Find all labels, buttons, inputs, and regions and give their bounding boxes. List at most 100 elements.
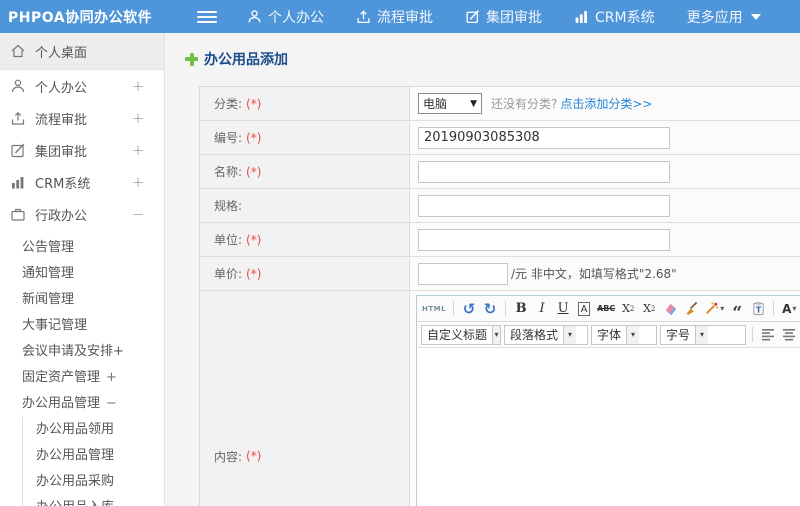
paste-clipboard-icon[interactable]: T — [749, 299, 767, 319]
bold-button[interactable]: B — [512, 299, 530, 319]
sidebar-item-label: 个人桌面 — [35, 45, 88, 61]
sidebar-item-supplies-inbound[interactable]: 办公用品入库 — [23, 495, 164, 506]
format-brush-icon[interactable] — [682, 299, 700, 319]
sidebar-item-supplies-management[interactable]: 办公用品管理 — [23, 443, 164, 469]
collapse-minus-icon[interactable]: − — [124, 205, 152, 223]
expand-plus-icon[interactable]: + — [124, 77, 152, 95]
form-row-price: 单价: (*) /元 非中文，如填写格式"2.68" — [200, 257, 800, 291]
sidebar-item-meeting-mgmt[interactable]: 会议申请及安排+ — [0, 339, 164, 365]
auto-format-wand-icon[interactable]: ▾ — [703, 299, 725, 319]
font-size-select[interactable]: 字号 ▾ — [660, 324, 746, 345]
category-selected-value: 电脑 — [423, 97, 448, 111]
category-hint: 还没有分类? — [491, 97, 558, 111]
sidebar-subitem-label: 办公用品管理 — [22, 396, 101, 411]
caret-down-icon: ▾ — [695, 325, 709, 344]
paragraph-format-select[interactable]: 段落格式 ▾ — [504, 324, 588, 345]
custom-title-select[interactable]: 自定义标题 ▾ — [421, 324, 501, 345]
eraser-icon[interactable] — [661, 299, 679, 319]
top-nav-menu: 个人办公 流程审批 集团审批 CRM系统 更多应用 — [247, 7, 761, 27]
form-row-code: 编号: (*) — [200, 121, 800, 155]
name-input[interactable] — [418, 160, 670, 183]
page-title-row: 办公用品添加 — [185, 49, 800, 69]
sidebar-item-supplies-requisition[interactable]: 办公用品领用 — [23, 417, 164, 443]
unit-input[interactable] — [418, 228, 670, 251]
superscript-button[interactable]: X2 — [619, 299, 637, 319]
spec-input[interactable] — [418, 194, 670, 217]
sidebar-item-group-approval[interactable]: 集团审批 + — [0, 134, 164, 166]
editor-content-area[interactable] — [417, 348, 800, 506]
price-input[interactable] — [418, 262, 508, 285]
font-style-button[interactable]: A — [575, 299, 593, 319]
expand-plus-icon[interactable]: + — [106, 370, 117, 385]
sidebar-item-supplies-purchase[interactable]: 办公用品采购 — [23, 469, 164, 495]
italic-button[interactable]: I — [533, 299, 551, 319]
expand-plus-icon[interactable]: + — [124, 173, 152, 191]
redo-icon[interactable]: ↻ — [481, 299, 499, 319]
font-color-button[interactable]: A ▾ — [780, 299, 798, 319]
align-left-icon[interactable] — [759, 325, 777, 345]
name-label: 名称: (*) — [200, 155, 410, 188]
price-label: 单价: (*) — [200, 257, 410, 290]
code-label: 编号: (*) — [200, 121, 410, 154]
sidebar-item-fixed-assets-mgmt[interactable]: 固定资产管理 + — [0, 365, 164, 391]
strikethrough-button[interactable]: ABC — [596, 299, 616, 319]
sidebar-item-personal-desktop[interactable]: 个人桌面 — [0, 33, 164, 70]
person-icon — [10, 78, 26, 94]
html-source-button[interactable]: HTML — [421, 299, 447, 319]
caret-down-icon: ▾ — [720, 304, 725, 313]
sidebar-subitem-label: 通知管理 — [22, 266, 75, 281]
topnav-label: 流程审批 — [377, 9, 433, 26]
edit-icon — [465, 9, 480, 24]
spec-label: 规格: — [200, 189, 410, 222]
form-row-spec: 规格: — [200, 189, 800, 223]
sidebar-item-crm[interactable]: CRM系统 + — [0, 166, 164, 198]
person-icon — [247, 9, 262, 24]
topnav-more-apps[interactable]: 更多应用 — [687, 7, 761, 27]
topnav-personal-office[interactable]: 个人办公 — [247, 7, 324, 27]
caret-down-icon: ▾ — [792, 304, 797, 313]
sidebar-item-personal-office[interactable]: 个人办公 + — [0, 70, 164, 102]
underline-button[interactable]: U — [554, 299, 572, 319]
sidebar-nested-label: 办公用品采购 — [36, 474, 115, 489]
sidebar-item-events-mgmt[interactable]: 大事记管理 — [0, 313, 164, 339]
toolbar-separator — [505, 301, 507, 316]
undo-icon[interactable]: ↺ — [460, 299, 478, 319]
collapse-minus-icon[interactable]: − — [106, 396, 117, 411]
add-category-link[interactable]: 点击添加分类>> — [560, 95, 652, 112]
sidebar-subitem-label: 固定资产管理 — [22, 370, 101, 385]
blockquote-button[interactable]: “ — [728, 299, 746, 321]
required-mark: (*) — [246, 449, 262, 463]
sidebar-subitem-label: 会议申请及安排+ — [22, 344, 124, 359]
expand-plus-icon[interactable]: + — [124, 109, 152, 127]
sidebar-item-news-mgmt[interactable]: 新闻管理 — [0, 287, 164, 313]
sidebar-nested-label: 办公用品领用 — [36, 422, 115, 437]
sidebar-item-admin-office[interactable]: 行政办公 − — [0, 198, 164, 230]
add-icon — [185, 52, 198, 66]
topnav-group-approval[interactable]: 集团审批 — [465, 7, 542, 27]
topnav-crm[interactable]: CRM系统 — [574, 7, 655, 27]
expand-plus-icon[interactable]: + — [124, 141, 152, 159]
sidebar-item-label: 个人办公 — [35, 80, 88, 96]
sidebar-item-label: 行政办公 — [35, 208, 88, 224]
category-select[interactable]: 电脑 ▼ — [418, 93, 482, 114]
menu-toggle-icon[interactable] — [197, 8, 217, 26]
sidebar-item-workflow-approval[interactable]: 流程审批 + — [0, 102, 164, 134]
content-label: 内容: (*) — [200, 291, 410, 506]
topnav-label: CRM系统 — [595, 9, 655, 26]
content-value-cell: HTML ↺ ↻ B I U A ABC X2 X2 ▾ “ T A ▾ 自定义… — [410, 291, 800, 506]
sidebar-item-announcement-mgmt[interactable]: 公告管理 — [0, 235, 164, 261]
code-input[interactable] — [418, 126, 670, 149]
align-center-icon[interactable] — [780, 325, 798, 345]
briefcase-icon — [10, 206, 26, 222]
sidebar-item-label: 集团审批 — [35, 144, 88, 160]
subscript-button[interactable]: X2 — [640, 299, 658, 319]
sidebar-item-notice-mgmt[interactable]: 通知管理 — [0, 261, 164, 287]
form-row-name: 名称: (*) — [200, 155, 800, 189]
sidebar-item-office-supplies-mgmt[interactable]: 办公用品管理 − — [0, 391, 164, 417]
unit-label: 单位: (*) — [200, 223, 410, 256]
toolbar-separator — [752, 327, 753, 342]
font-family-select[interactable]: 字体 ▾ — [591, 324, 657, 345]
topnav-workflow-approval[interactable]: 流程审批 — [356, 7, 433, 27]
home-icon — [10, 43, 26, 59]
caret-down-icon: ▾ — [492, 325, 500, 344]
